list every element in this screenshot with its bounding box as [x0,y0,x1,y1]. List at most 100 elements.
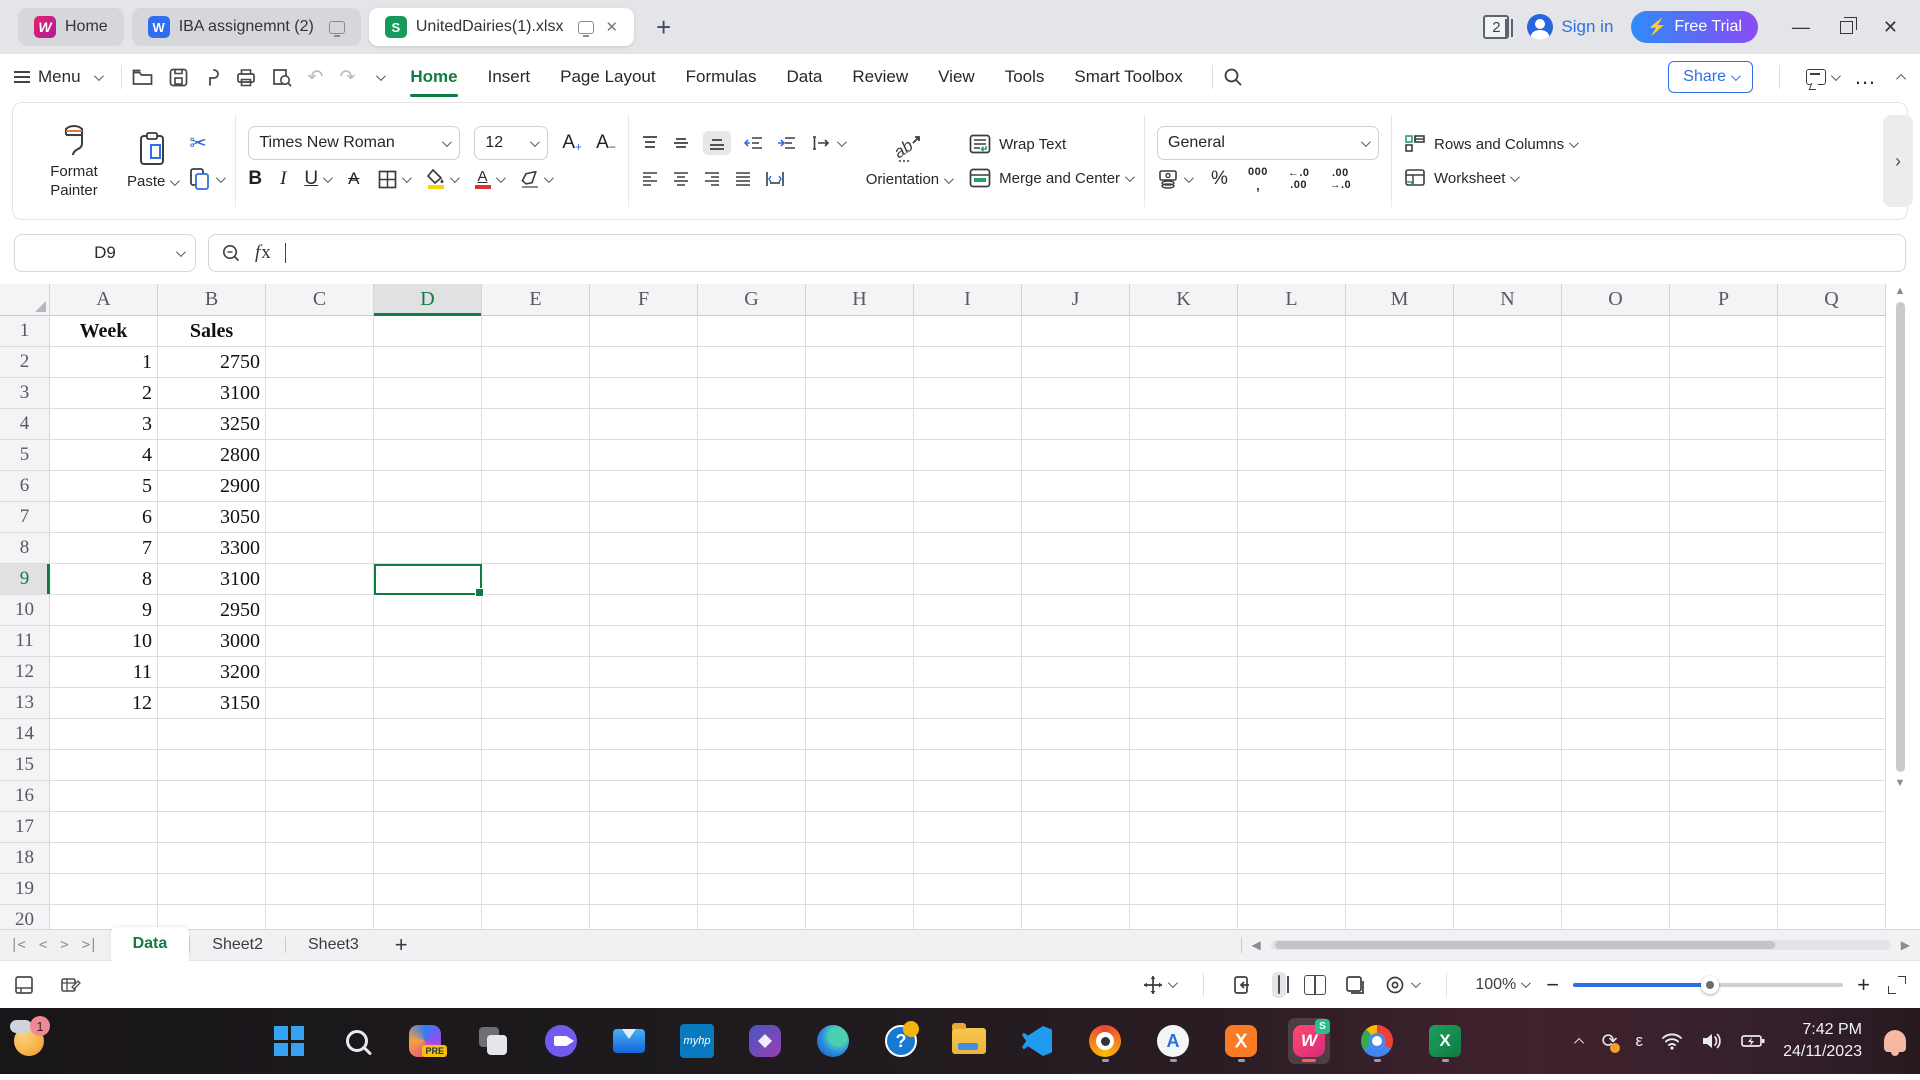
cell-C5[interactable] [266,440,374,471]
cell-O13[interactable] [1562,688,1670,719]
cell-J1[interactable] [1022,316,1130,347]
text-direction-button[interactable] [810,135,844,151]
cell-Q15[interactable] [1778,750,1886,781]
cell-Q11[interactable] [1778,626,1886,657]
cell-E20[interactable] [482,905,590,929]
cell-A20[interactable] [50,905,158,929]
cell-C6[interactable] [266,471,374,502]
horizontal-scroll-thumb[interactable] [1275,941,1775,949]
cell-J15[interactable] [1022,750,1130,781]
cell-H20[interactable] [806,905,914,929]
document-tab-writer[interactable]: WIBA assignemnt (2) [132,8,361,46]
cell-G5[interactable] [698,440,806,471]
cell-I1[interactable] [914,316,1022,347]
cell-O6[interactable] [1562,471,1670,502]
cell-N12[interactable] [1454,657,1562,688]
cell-B19[interactable] [158,874,266,905]
cell-J11[interactable] [1022,626,1130,657]
cell-O2[interactable] [1562,347,1670,378]
menu-tab-insert[interactable]: Insert [475,61,544,93]
paste-button[interactable]: Paste [119,131,185,192]
cell-L5[interactable] [1238,440,1346,471]
fill-color-button[interactable] [427,169,457,189]
cell-E8[interactable] [482,533,590,564]
cell-H13[interactable] [806,688,914,719]
cell-mode-icon[interactable] [14,975,34,995]
cell-P2[interactable] [1670,347,1778,378]
cell-K12[interactable] [1130,657,1238,688]
open-docs-count-badge[interactable]: 2 [1483,15,1509,39]
cell-E12[interactable] [482,657,590,688]
battery-icon[interactable] [1741,1033,1765,1049]
cell-E10[interactable] [482,595,590,626]
cell-A12[interactable]: 11 [50,657,158,688]
cell-G18[interactable] [698,843,806,874]
cell-A18[interactable] [50,843,158,874]
scroll-down-arrow[interactable]: ▼ [1892,776,1908,790]
cell-P13[interactable] [1670,688,1778,719]
pin-icon[interactable] [204,68,220,87]
cell-I13[interactable] [914,688,1022,719]
cell-M19[interactable] [1346,874,1454,905]
row-header-5[interactable]: 5 [0,440,50,471]
cell-O12[interactable] [1562,657,1670,688]
share-button[interactable]: Share [1668,61,1753,93]
zoom-in-button[interactable]: + [1857,972,1870,998]
cell-D8[interactable] [374,533,482,564]
column-header-E[interactable]: E [482,284,590,316]
cell-G13[interactable] [698,688,806,719]
cell-K19[interactable] [1130,874,1238,905]
cell-A11[interactable]: 10 [50,626,158,657]
cell-O7[interactable] [1562,502,1670,533]
column-header-M[interactable]: M [1346,284,1454,316]
cell-G7[interactable] [698,502,806,533]
cell-H9[interactable] [806,564,914,595]
cell-I14[interactable] [914,719,1022,750]
cell-A7[interactable]: 6 [50,502,158,533]
column-header-K[interactable]: K [1130,284,1238,316]
cell-E19[interactable] [482,874,590,905]
cell-G14[interactable] [698,719,806,750]
cell-P3[interactable] [1670,378,1778,409]
cell-M11[interactable] [1346,626,1454,657]
cell-P11[interactable] [1670,626,1778,657]
column-header-H[interactable]: H [806,284,914,316]
cell-Q13[interactable] [1778,688,1886,719]
cell-J7[interactable] [1022,502,1130,533]
cell-K14[interactable] [1130,719,1238,750]
taskbar-app-compass-app[interactable]: A [1152,1018,1194,1064]
cell-G9[interactable] [698,564,806,595]
cell-K20[interactable] [1130,905,1238,929]
cell-K6[interactable] [1130,471,1238,502]
cell-C8[interactable] [266,533,374,564]
cell-O19[interactable] [1562,874,1670,905]
cell-I11[interactable] [914,626,1022,657]
cell-P1[interactable] [1670,316,1778,347]
cell-Q1[interactable] [1778,316,1886,347]
cell-O16[interactable] [1562,781,1670,812]
row-header-12[interactable]: 12 [0,657,50,688]
cell-L2[interactable] [1238,347,1346,378]
align-middle-icon[interactable] [672,134,690,152]
clock[interactable]: 7:42 PM 24/11/2023 [1783,1019,1862,1062]
cell-L1[interactable] [1238,316,1346,347]
cell-A19[interactable] [50,874,158,905]
cell-A4[interactable]: 3 [50,409,158,440]
cell-D5[interactable] [374,440,482,471]
menu-tab-formulas[interactable]: Formulas [673,61,770,93]
decrease-decimal-button[interactable]: ←.0.00 [1288,167,1310,191]
cell-O3[interactable] [1562,378,1670,409]
cell-D17[interactable] [374,812,482,843]
cell-B7[interactable]: 3050 [158,502,266,533]
cell-L3[interactable] [1238,378,1346,409]
font-color-button[interactable]: A [475,169,503,189]
print-icon[interactable] [236,68,256,87]
comments-button[interactable] [1806,69,1838,85]
cell-Q9[interactable] [1778,564,1886,595]
next-sheet-button[interactable]: > [60,937,67,953]
cell-P16[interactable] [1670,781,1778,812]
cell-name-box[interactable]: D9 [14,234,196,272]
cell-N15[interactable] [1454,750,1562,781]
ribbon-expand-button[interactable]: › [1883,115,1913,207]
cell-J10[interactable] [1022,595,1130,626]
